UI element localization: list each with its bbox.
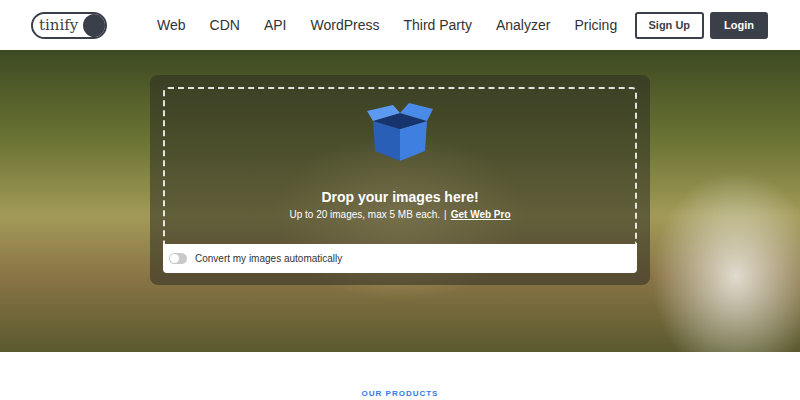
upload-panel: Drop your images here! Up to 20 images, m…: [150, 75, 650, 285]
nav-item[interactable]: WordPress: [310, 17, 379, 33]
drop-zone[interactable]: Drop your images here! Up to 20 images, m…: [163, 87, 637, 244]
drop-title: Drop your images here!: [321, 189, 478, 205]
box-icon: [367, 103, 433, 163]
logo-cap: [83, 14, 105, 37]
nav-item[interactable]: Web: [157, 17, 186, 33]
logo[interactable]: tinify: [31, 12, 107, 39]
header: tinify Web CDN API WordPress Third Party Analy…: [0, 0, 800, 50]
convert-toggle[interactable]: [169, 253, 187, 264]
products-section: OUR PRODUCTS: [0, 352, 800, 400]
nav-item[interactable]: Pricing: [574, 17, 617, 33]
nav-item[interactable]: API: [264, 17, 287, 33]
page: tinify Web CDN API WordPress Third Party Analy…: [0, 0, 800, 400]
signup-button[interactable]: Sign Up: [635, 12, 705, 39]
nav-item[interactable]: Third Party: [403, 17, 471, 33]
web-pro-link[interactable]: Get Web Pro: [451, 209, 511, 220]
auth-buttons: Sign UpLogin: [635, 12, 769, 39]
logo-text: tinify: [33, 14, 83, 37]
section-eyebrow: OUR PRODUCTS: [362, 389, 439, 398]
hero-image: Drop your images here! Up to 20 images, m…: [0, 50, 800, 352]
convert-label: Convert my images automatically: [195, 253, 342, 264]
login-button[interactable]: Login: [710, 12, 768, 39]
convert-bar: Convert my images automatically: [163, 244, 637, 273]
nav-item[interactable]: CDN: [210, 17, 240, 33]
drop-subtitle: Up to 20 images, max 5 MB each.|Get Web …: [289, 209, 510, 220]
nav-item[interactable]: Analyzer: [496, 17, 550, 33]
main-nav: Web CDN API WordPress Third Party Analyzer Pri…: [157, 17, 635, 33]
